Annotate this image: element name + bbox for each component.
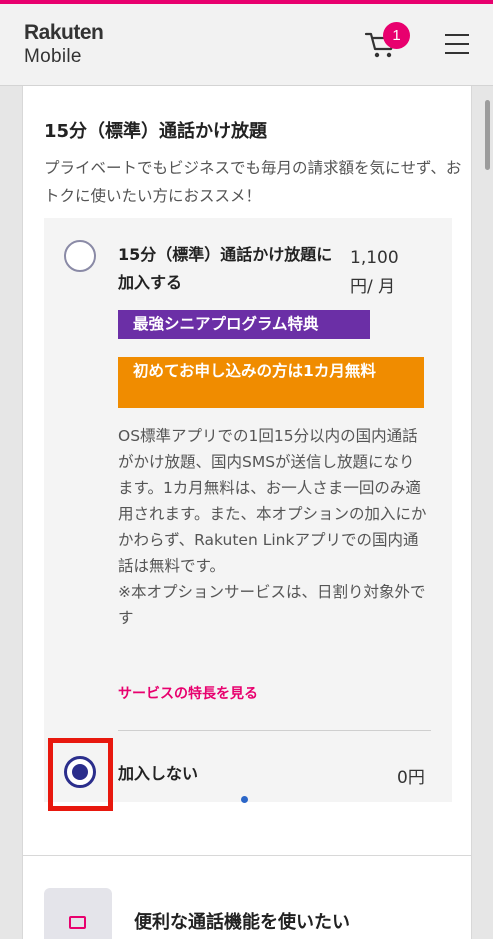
decline-option-price: 0円 — [397, 768, 425, 788]
subscribe-option-note: ※本オプションサービスは、日割り対象外です — [118, 583, 426, 627]
hamburger-menu-icon[interactable] — [445, 34, 469, 54]
logo-line-2: Mobile — [24, 46, 82, 67]
site-header: Rakuten Mobile — [0, 4, 493, 86]
section-title: 15分（標準）通話かけ放題 — [44, 121, 268, 142]
rakuten-mobile-logo[interactable]: Rakuten Mobile — [24, 21, 104, 67]
cart-count-badge: 1 — [383, 22, 410, 49]
logo-line-1: Rakuten — [24, 21, 104, 44]
senior-program-badge: 最強シニアプログラム特典 — [118, 310, 370, 339]
decline-radio-button[interactable] — [64, 756, 96, 788]
subscribe-option-price: 1,100円/ 月 — [350, 248, 399, 297]
scrollbar-thumb[interactable] — [485, 100, 490, 170]
video-icon — [44, 888, 112, 939]
section-description: プライベートでもビジネスでも毎月の請求額を気にせず、おトクに使いたい方におススメ… — [44, 159, 462, 205]
subscribe-option-body-text: OS標準アプリでの1回15分以内の国内通話がかけ放題、国内SMSが送信し放題にな… — [118, 427, 427, 575]
subscribe-radio-button[interactable] — [64, 240, 96, 272]
subscribe-option-name[interactable]: 15分（標準）通話かけ放題に加入する — [118, 241, 348, 297]
first-month-free-badge: 初めてお申し込みの方は1カ月無料 — [118, 357, 424, 408]
service-features-link[interactable]: サービスの特長を見る — [118, 683, 258, 703]
radio-selected-dot — [72, 764, 88, 780]
decline-option-name[interactable]: 加入しない — [118, 760, 198, 784]
subscribe-option-details: OS標準アプリでの1回15分以内の国内通話がかけ放題、国内SMSが送信し放題にな… — [118, 423, 428, 631]
option-divider — [118, 730, 431, 731]
next-section-title[interactable]: 便利な通話機能を使いたい — [134, 908, 350, 934]
focus-indicator-dot — [241, 796, 248, 803]
